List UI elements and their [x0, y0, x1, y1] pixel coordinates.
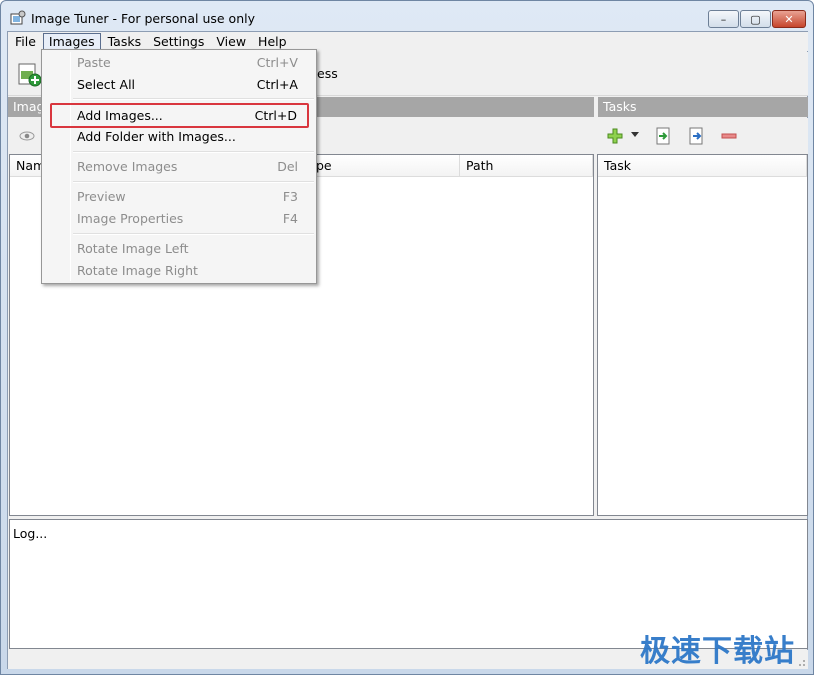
menu-help[interactable]: Help: [253, 33, 292, 51]
tasks-subtoolbar: [598, 118, 808, 154]
add-images-icon[interactable]: [17, 62, 43, 88]
maximize-button[interactable]: ▢: [740, 10, 771, 28]
menu-item-paste[interactable]: Paste Ctrl+V: [44, 52, 314, 74]
menu-settings[interactable]: Settings: [148, 33, 209, 51]
column-type[interactable]: pe: [310, 155, 460, 177]
remove-task-icon[interactable]: [720, 127, 738, 145]
menu-item-select-all[interactable]: Select All Ctrl+A: [44, 74, 314, 96]
menu-item-remove-images[interactable]: Remove Images Del: [44, 156, 314, 178]
menu-item-add-folder[interactable]: Add Folder with Images...: [44, 126, 314, 148]
watermark: 极速下载站: [640, 634, 795, 669]
menu-tasks[interactable]: Tasks: [103, 33, 147, 51]
export-task-icon[interactable]: [687, 127, 705, 145]
process-button-label[interactable]: ess: [317, 66, 338, 81]
column-task[interactable]: Task: [598, 155, 807, 177]
menu-item-rotate-left[interactable]: Rotate Image Left: [44, 238, 314, 260]
preview-eye-icon[interactable]: [18, 127, 36, 145]
minimize-button[interactable]: –: [708, 10, 739, 28]
menu-item-add-images[interactable]: Add Images... Ctrl+D: [50, 103, 309, 128]
menu-separator: [73, 151, 314, 153]
menu-item-preview[interactable]: Preview F3: [44, 186, 314, 208]
import-task-icon[interactable]: [654, 127, 672, 145]
menu-file[interactable]: File: [10, 33, 41, 51]
menu-separator: [73, 233, 314, 235]
menu-images[interactable]: Images: [42, 32, 101, 51]
close-button[interactable]: ✕: [772, 10, 806, 28]
tasks-list[interactable]: Task: [597, 154, 808, 516]
log-text: Log...: [13, 526, 48, 541]
menu-separator: [73, 98, 314, 100]
window-title: Image Tuner - For personal use only: [31, 11, 255, 26]
resize-grip-icon[interactable]: [794, 655, 806, 667]
column-path[interactable]: Path: [460, 155, 593, 177]
chevron-down-icon[interactable]: [630, 129, 640, 139]
images-dropdown-menu: Paste Ctrl+V Select All Ctrl+A Add Images.…: [41, 49, 317, 284]
add-task-icon[interactable]: [606, 127, 624, 145]
menu-separator: [73, 181, 314, 183]
tasks-panel-header: Tasks: [598, 97, 808, 117]
app-icon: [10, 10, 26, 25]
title-bar[interactable]: Image Tuner - For personal use only – ▢ …: [1, 1, 813, 31]
menu-item-image-properties[interactable]: Image Properties F4: [44, 208, 314, 230]
menu-view[interactable]: View: [211, 33, 251, 51]
menu-item-rotate-right[interactable]: Rotate Image Right: [44, 260, 314, 282]
